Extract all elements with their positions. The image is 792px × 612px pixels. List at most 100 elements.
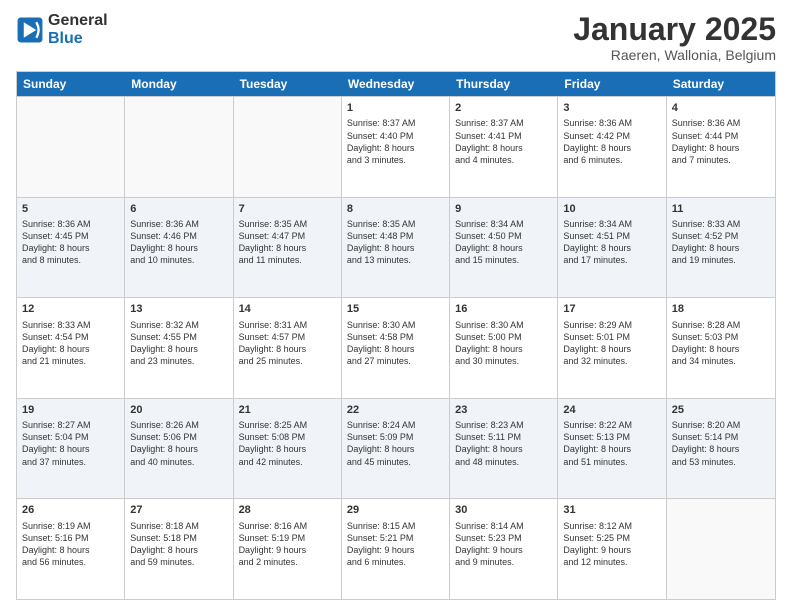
cell-text-line: Sunset: 4:40 PM	[347, 130, 444, 142]
calendar-cell	[234, 97, 342, 197]
day-number: 19	[22, 403, 119, 417]
calendar-cell: 10Sunrise: 8:34 AMSunset: 4:51 PMDayligh…	[558, 198, 666, 298]
cell-text-line: Daylight: 8 hours	[130, 242, 227, 254]
cell-text-line: Daylight: 8 hours	[22, 443, 119, 455]
header-day-saturday: Saturday	[667, 72, 775, 96]
cell-text-line: and 6 minutes.	[563, 154, 660, 166]
cell-text-line: and 37 minutes.	[22, 456, 119, 468]
cell-text-line: and 19 minutes.	[672, 254, 770, 266]
calendar-header: SundayMondayTuesdayWednesdayThursdayFrid…	[17, 72, 775, 96]
calendar-cell: 28Sunrise: 8:16 AMSunset: 5:19 PMDayligh…	[234, 499, 342, 599]
calendar-cell: 16Sunrise: 8:30 AMSunset: 5:00 PMDayligh…	[450, 298, 558, 398]
calendar-cell: 1Sunrise: 8:37 AMSunset: 4:40 PMDaylight…	[342, 97, 450, 197]
cell-text-line: and 11 minutes.	[239, 254, 336, 266]
calendar-cell: 11Sunrise: 8:33 AMSunset: 4:52 PMDayligh…	[667, 198, 775, 298]
day-number: 16	[455, 302, 552, 316]
cell-text-line: Sunrise: 8:22 AM	[563, 419, 660, 431]
cell-text-line: Sunrise: 8:15 AM	[347, 520, 444, 532]
calendar-cell	[667, 499, 775, 599]
cell-text-line: Sunrise: 8:30 AM	[347, 319, 444, 331]
day-number: 28	[239, 503, 336, 517]
cell-text-line: Sunset: 4:55 PM	[130, 331, 227, 343]
calendar-cell: 20Sunrise: 8:26 AMSunset: 5:06 PMDayligh…	[125, 399, 233, 499]
header-day-sunday: Sunday	[17, 72, 125, 96]
calendar-cell: 29Sunrise: 8:15 AMSunset: 5:21 PMDayligh…	[342, 499, 450, 599]
cell-text-line: Daylight: 8 hours	[563, 242, 660, 254]
cell-text-line: Sunrise: 8:12 AM	[563, 520, 660, 532]
calendar-cell: 7Sunrise: 8:35 AMSunset: 4:47 PMDaylight…	[234, 198, 342, 298]
cell-text-line: Sunrise: 8:16 AM	[239, 520, 336, 532]
cell-text-line: Sunrise: 8:29 AM	[563, 319, 660, 331]
cell-text-line: Daylight: 8 hours	[563, 343, 660, 355]
cell-text-line: Daylight: 8 hours	[22, 242, 119, 254]
cell-text-line: and 13 minutes.	[347, 254, 444, 266]
logo: General Blue	[16, 12, 108, 47]
day-number: 30	[455, 503, 552, 517]
cell-text-line: Sunrise: 8:37 AM	[347, 117, 444, 129]
cell-text-line: Sunrise: 8:35 AM	[347, 218, 444, 230]
day-number: 31	[563, 503, 660, 517]
calendar-cell	[125, 97, 233, 197]
cell-text-line: Sunset: 5:18 PM	[130, 532, 227, 544]
day-number: 23	[455, 403, 552, 417]
cell-text-line: and 40 minutes.	[130, 456, 227, 468]
cell-text-line: Daylight: 9 hours	[347, 544, 444, 556]
day-number: 2	[455, 101, 552, 115]
cell-text-line: Sunrise: 8:24 AM	[347, 419, 444, 431]
header-day-thursday: Thursday	[450, 72, 558, 96]
cell-text-line: Sunset: 4:54 PM	[22, 331, 119, 343]
cell-text-line: Daylight: 8 hours	[347, 242, 444, 254]
cell-text-line: Sunset: 4:48 PM	[347, 230, 444, 242]
cell-text-line: Sunset: 4:58 PM	[347, 331, 444, 343]
cell-text-line: Sunset: 5:25 PM	[563, 532, 660, 544]
cell-text-line: and 45 minutes.	[347, 456, 444, 468]
calendar-cell: 15Sunrise: 8:30 AMSunset: 4:58 PMDayligh…	[342, 298, 450, 398]
cell-text-line: Sunset: 4:51 PM	[563, 230, 660, 242]
day-number: 9	[455, 202, 552, 216]
cell-text-line: Sunset: 4:46 PM	[130, 230, 227, 242]
calendar-cell: 12Sunrise: 8:33 AMSunset: 4:54 PMDayligh…	[17, 298, 125, 398]
calendar-row-2: 5Sunrise: 8:36 AMSunset: 4:45 PMDaylight…	[17, 197, 775, 298]
cell-text-line: Daylight: 8 hours	[672, 242, 770, 254]
cell-text-line: Sunset: 5:19 PM	[239, 532, 336, 544]
cell-text-line: Daylight: 8 hours	[130, 443, 227, 455]
page-header: General Blue January 2025 Raeren, Wallon…	[16, 12, 776, 63]
cell-text-line: and 17 minutes.	[563, 254, 660, 266]
cell-text-line: and 10 minutes.	[130, 254, 227, 266]
calendar-page: General Blue January 2025 Raeren, Wallon…	[0, 0, 792, 612]
cell-text-line: Sunset: 4:47 PM	[239, 230, 336, 242]
cell-text-line: and 8 minutes.	[22, 254, 119, 266]
cell-text-line: and 56 minutes.	[22, 556, 119, 568]
day-number: 14	[239, 302, 336, 316]
calendar-cell: 13Sunrise: 8:32 AMSunset: 4:55 PMDayligh…	[125, 298, 233, 398]
cell-text-line: and 51 minutes.	[563, 456, 660, 468]
calendar-cell: 14Sunrise: 8:31 AMSunset: 4:57 PMDayligh…	[234, 298, 342, 398]
cell-text-line: Sunset: 4:42 PM	[563, 130, 660, 142]
cell-text-line: Sunset: 5:03 PM	[672, 331, 770, 343]
cell-text-line: Sunset: 4:57 PM	[239, 331, 336, 343]
cell-text-line: and 42 minutes.	[239, 456, 336, 468]
calendar-body: 1 Sunrise: 8:37 AMSunset: 4:40 PM Daylight…	[17, 96, 775, 599]
day-number: 4	[672, 101, 770, 115]
cell-text-line: Daylight: 8 hours	[672, 343, 770, 355]
cell-text-line: Daylight: 8 hours	[563, 443, 660, 455]
month-title: January 2025	[573, 12, 776, 47]
calendar-cell: 24Sunrise: 8:22 AMSunset: 5:13 PMDayligh…	[558, 399, 666, 499]
calendar-cell: 30Sunrise: 8:14 AMSunset: 5:23 PMDayligh…	[450, 499, 558, 599]
cell-text-line: and 15 minutes.	[455, 254, 552, 266]
cell-text-line: Sunrise: 8:33 AM	[22, 319, 119, 331]
cell-text-line: Sunrise: 8:23 AM	[455, 419, 552, 431]
cell-text-line: Sunrise: 8:33 AM	[672, 218, 770, 230]
day-number: 8	[347, 202, 444, 216]
header-day-monday: Monday	[125, 72, 233, 96]
cell-text-line: and 25 minutes.	[239, 355, 336, 367]
cell-text-line: Sunrise: 8:30 AM	[455, 319, 552, 331]
cell-text-line: Sunrise: 8:32 AM	[130, 319, 227, 331]
cell-text-line: Daylight: 8 hours	[347, 443, 444, 455]
cell-text-line: Sunset: 5:00 PM	[455, 331, 552, 343]
day-number: 11	[672, 202, 770, 216]
location: Raeren, Wallonia, Belgium	[573, 47, 776, 63]
day-number: 1	[347, 101, 444, 115]
cell-text-line: and 53 minutes.	[672, 456, 770, 468]
cell-text-line: Sunrise: 8:34 AM	[455, 218, 552, 230]
